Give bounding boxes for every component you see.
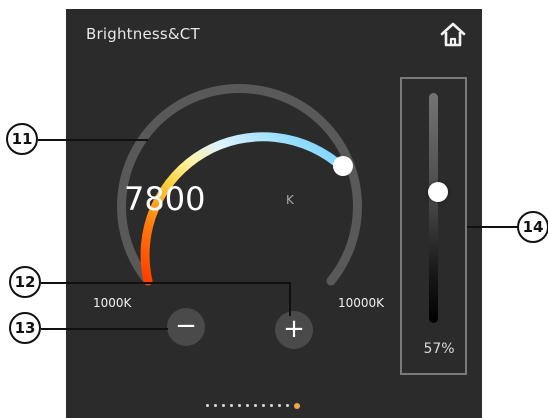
brightness-percent: 57% bbox=[423, 341, 455, 357]
page-dot[interactable] bbox=[286, 404, 289, 407]
callout-14: 14 bbox=[517, 211, 548, 243]
temperature-value: 7800 bbox=[124, 180, 206, 218]
page-dot[interactable] bbox=[262, 404, 265, 407]
page-dot[interactable] bbox=[270, 404, 273, 407]
home-icon[interactable] bbox=[438, 20, 468, 50]
callout-11: 11 bbox=[6, 123, 38, 155]
page-dot[interactable] bbox=[214, 404, 217, 407]
callout-14-leader bbox=[467, 226, 519, 228]
page-dot[interactable] bbox=[230, 404, 233, 407]
minimum-temperature-label: 1000K bbox=[93, 296, 132, 310]
temperature-unit: K bbox=[286, 193, 294, 207]
page-indicator bbox=[206, 403, 300, 410]
decrease-temperature-button[interactable]: − bbox=[167, 308, 205, 346]
page-title: Brightness&CT bbox=[86, 25, 200, 43]
page-dot-active[interactable] bbox=[294, 403, 300, 409]
page-dot[interactable] bbox=[254, 404, 257, 407]
page-dot[interactable] bbox=[206, 404, 209, 407]
brightness-slider-thumb[interactable] bbox=[428, 181, 448, 202]
page-dot[interactable] bbox=[222, 404, 225, 407]
callout-13: 13 bbox=[9, 312, 41, 344]
callout-12-leader-drop bbox=[289, 282, 291, 316]
callout-13-leader bbox=[41, 328, 168, 330]
page-dot[interactable] bbox=[238, 404, 241, 407]
increase-temperature-button[interactable]: + bbox=[275, 311, 313, 349]
maximum-temperature-label: 10000K bbox=[338, 296, 385, 310]
callout-12: 12 bbox=[9, 266, 41, 298]
page-dot[interactable] bbox=[246, 404, 249, 407]
brightness-slider-track[interactable] bbox=[429, 93, 438, 323]
callout-11-leader bbox=[38, 139, 148, 141]
page-dot[interactable] bbox=[278, 404, 281, 407]
callout-12-leader bbox=[41, 282, 290, 284]
